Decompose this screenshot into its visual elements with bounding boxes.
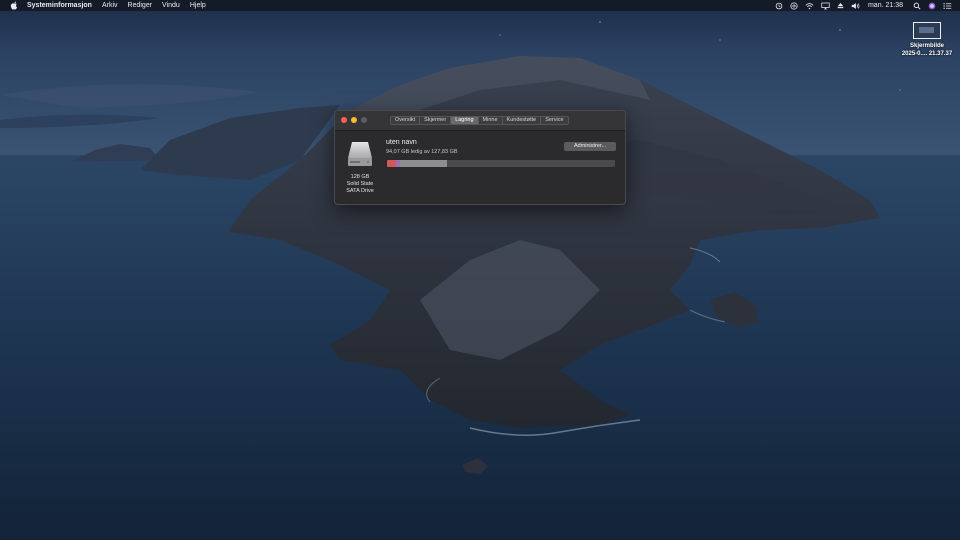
disk-interface: SATA Drive [346,188,374,194]
disk-caption: 128 GB Solid State SATA Drive [339,174,381,195]
system-information-window: Oversikt Skjermer Lagring Minne Kundestø… [334,110,626,205]
eject-icon[interactable] [837,2,844,9]
storage-segment-2 [399,160,448,167]
menu-bar: Systeminformasjon Arkiv Rediger Vindu Hj… [0,0,960,11]
menu-vindu[interactable]: Vindu [162,0,180,11]
desktop-file-name-line2: 2025-0.... 21.37.37 [901,51,953,57]
tab-bar: Oversikt Skjermer Lagring Minne Kundestø… [390,116,569,125]
volume-icon[interactable] [851,2,860,10]
time-machine-icon[interactable] [775,2,783,10]
window-titlebar[interactable]: Oversikt Skjermer Lagring Minne Kundestø… [335,111,625,131]
close-button[interactable] [341,117,347,123]
search-icon[interactable] [913,2,921,10]
apple-menu-icon[interactable] [10,1,20,10]
desktop-file-label: Skjermbilde 2025-0.... 21.37.37 [896,42,958,58]
volume-free-space: 94,07 GB ledig av 127,83 GB [386,149,458,155]
desktop-file-name-line1: Skjermbilde [909,43,944,49]
window-controls [341,117,371,123]
storage-segment-0 [387,160,397,167]
tab-kundestotte[interactable]: Kundestøtte [503,117,542,124]
menu-rediger[interactable]: Rediger [128,0,153,11]
menu-app-name[interactable]: Systeminformasjon [27,0,92,11]
disk-capacity: 128 GB [350,174,370,180]
disk-type: Solid State [346,181,374,187]
desktop-wallpaper [0,0,960,540]
storage-usage-bar [386,159,616,168]
menu-arkiv[interactable]: Arkiv [102,0,118,11]
tab-lagring[interactable]: Lagring [451,117,479,124]
wifi-icon[interactable] [805,2,814,10]
volume-name: uten navn [386,139,417,146]
control-list-icon[interactable] [943,2,952,10]
audio-input-icon[interactable] [790,1,798,10]
minimize-button[interactable] [351,117,357,123]
hard-drive-icon [345,139,375,169]
tab-service[interactable]: Service [541,117,567,124]
tab-skjermer[interactable]: Skjermer [420,117,452,124]
menu-hjelp[interactable]: Hjelp [190,0,206,11]
screenshot-thumbnail-icon [913,22,941,39]
tab-oversikt[interactable]: Oversikt [391,117,421,124]
display-mirror-icon[interactable] [821,2,830,10]
zoom-button[interactable] [361,117,367,123]
tab-minne[interactable]: Minne [479,117,503,124]
desktop-file-screenshot[interactable]: Skjermbilde 2025-0.... 21.37.37 [896,22,958,58]
menu-clock[interactable]: man. 21:38 [868,0,903,11]
manage-button[interactable]: Administrer... [564,142,616,151]
siri-icon[interactable] [928,2,936,10]
